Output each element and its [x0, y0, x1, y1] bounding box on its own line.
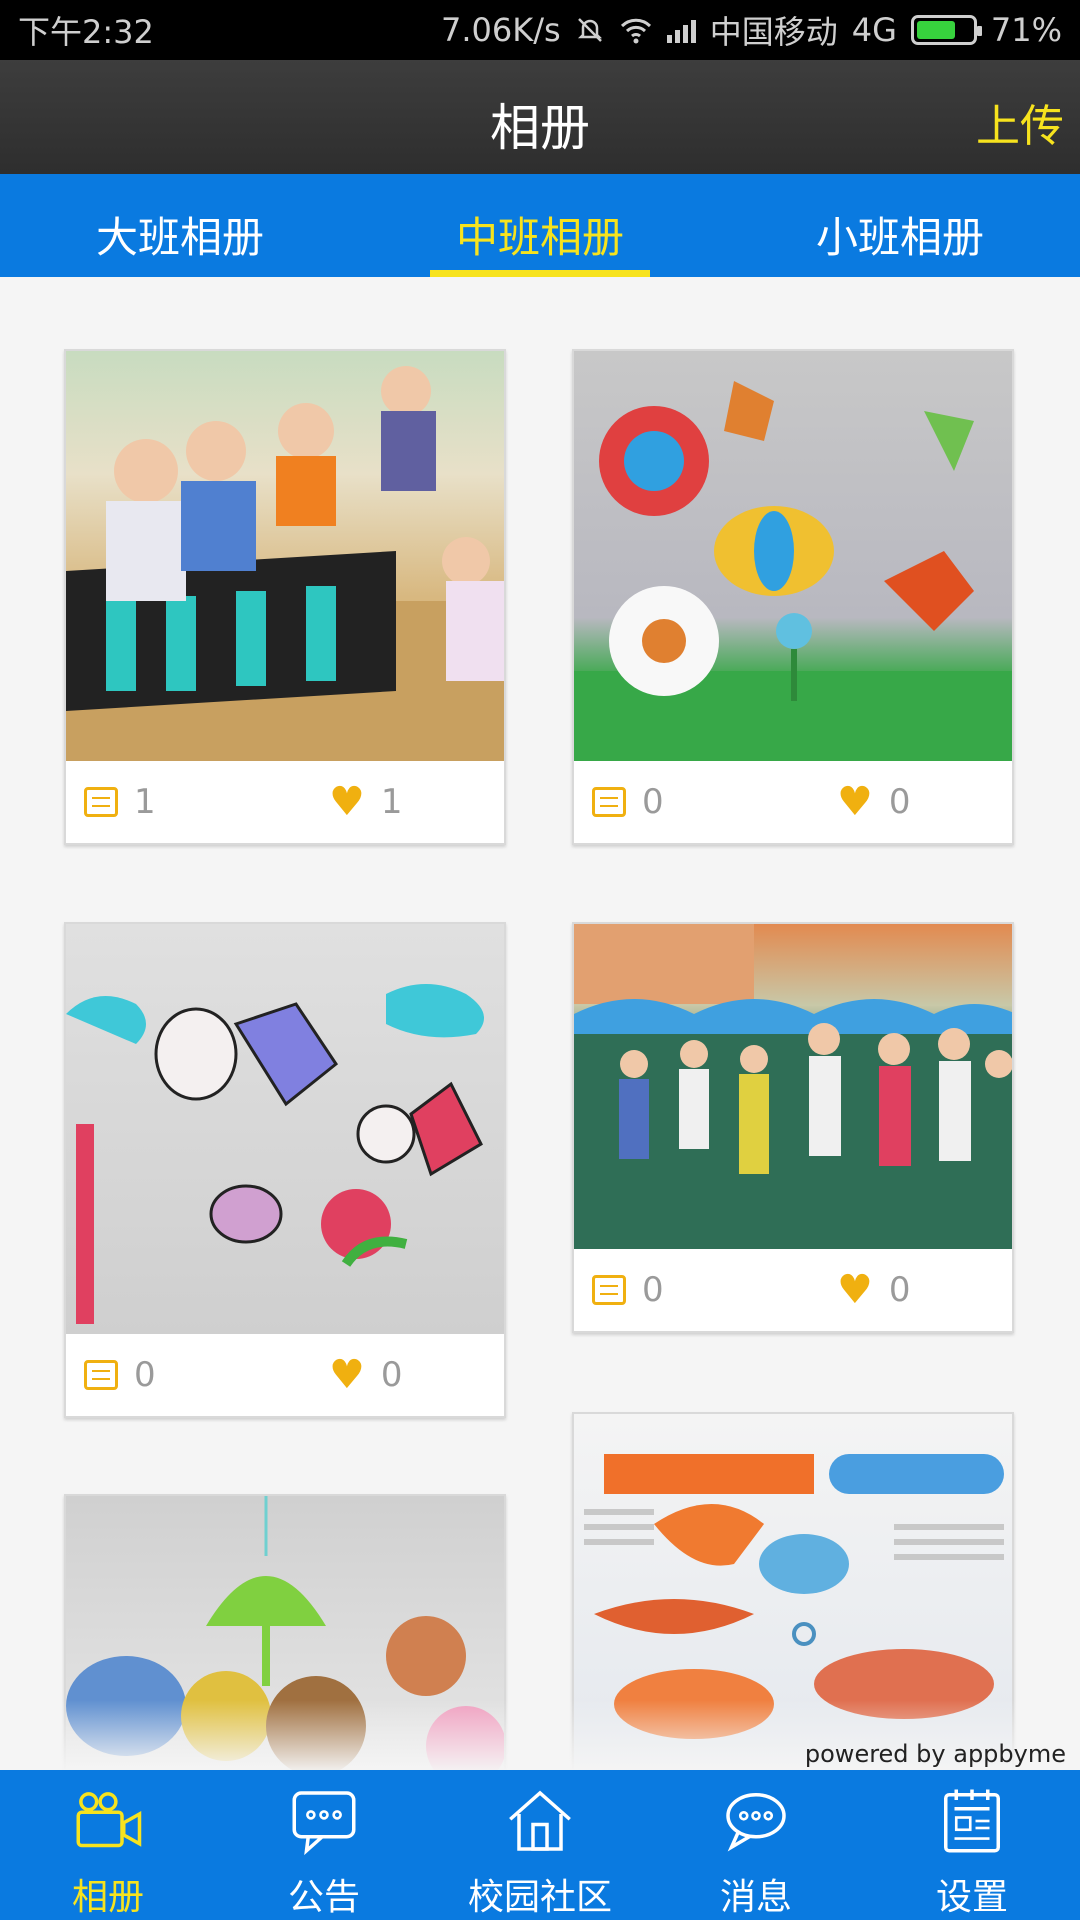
- nav-announcement-label: 公告: [287, 1877, 360, 1918]
- album-card[interactable]: 0 ♥ 0: [64, 922, 506, 1418]
- comment-icon: [592, 1275, 626, 1305]
- album-photo[interactable]: [66, 351, 504, 761]
- comment-count: 0: [642, 1270, 664, 1310]
- like-count: 0: [888, 1270, 911, 1310]
- carrier-name: 中国移动: [709, 13, 838, 51]
- tab-senior-class[interactable]: 大班相册: [0, 174, 360, 277]
- comment-count: 1: [134, 782, 156, 822]
- app-screen: 下午2:32 7.06K/s 中国移动 4G 71% 相册 上传 大班相册 中班…: [0, 0, 1080, 1920]
- chat-bubble-icon: [292, 1791, 356, 1856]
- album-meta: 1 ♥ 1: [66, 761, 504, 843]
- heart-icon: ♥: [329, 779, 365, 825]
- bottom-navigation: 相册 公告 校园社区 消息 设置: [0, 1770, 1080, 1920]
- album-meta: 0 ♥ 0: [574, 1249, 1012, 1331]
- message-icon: [726, 1793, 786, 1852]
- comment-count-group[interactable]: 0: [592, 1270, 837, 1310]
- like-count: 0: [380, 1355, 403, 1395]
- upload-button[interactable]: 上传: [976, 90, 1064, 154]
- comment-icon: [84, 787, 118, 817]
- comment-count-group[interactable]: 1: [84, 782, 329, 822]
- status-bar: 下午2:32 7.06K/s 中国移动 4G 71%: [0, 0, 1080, 60]
- like-count-group[interactable]: ♥ 1: [329, 782, 403, 822]
- home-icon: [509, 1790, 571, 1851]
- nav-messages[interactable]: 消息: [648, 1770, 864, 1920]
- heart-icon: ♥: [837, 1267, 873, 1313]
- status-time: 下午2:32: [18, 13, 154, 51]
- album-photo[interactable]: [574, 924, 1012, 1249]
- like-count: 0: [888, 782, 911, 822]
- wifi-icon: [620, 18, 651, 44]
- mute-icon: [577, 18, 602, 42]
- nav-community[interactable]: 校园社区: [432, 1770, 648, 1920]
- signal-icon: [666, 17, 696, 43]
- like-count-group[interactable]: ♥ 0: [329, 1355, 403, 1395]
- nav-settings-label: 设置: [935, 1877, 1008, 1918]
- album-card[interactable]: 0 ♥ 0: [572, 922, 1014, 1333]
- album-card[interactable]: 1 ♥ 1: [64, 349, 506, 845]
- comment-icon: [84, 1360, 118, 1390]
- heart-icon: ♥: [837, 779, 873, 825]
- album-card[interactable]: 0 ♥ 0: [572, 349, 1014, 845]
- album-meta: 0 ♥ 0: [66, 1334, 504, 1416]
- battery-percent: 71%: [990, 11, 1062, 49]
- nav-messages-label: 消息: [719, 1877, 792, 1918]
- comment-icon: [592, 787, 626, 817]
- battery-icon: [910, 15, 982, 45]
- nav-announcement[interactable]: 公告: [216, 1770, 432, 1920]
- album-grid: 1 ♥ 1 0 ♥ 0 0 ♥ 0 0 ♥ 0: [0, 277, 1080, 1770]
- nav-album[interactable]: 相册: [0, 1770, 216, 1920]
- status-right: 7.06K/s 中国移动 4G 71%: [441, 7, 1062, 53]
- like-count-group[interactable]: ♥ 0: [837, 1270, 911, 1310]
- nav-community-label: 校园社区: [467, 1877, 612, 1918]
- tab-middle-class[interactable]: 中班相册: [360, 174, 720, 277]
- tab-junior-class[interactable]: 小班相册: [720, 174, 1080, 277]
- heart-icon: ♥: [329, 1352, 365, 1398]
- powered-by-credit: powered by appbyme: [804, 1740, 1066, 1768]
- like-count-group[interactable]: ♥ 0: [837, 782, 911, 822]
- comment-count: 0: [134, 1355, 156, 1395]
- page-title: 相册: [490, 99, 590, 157]
- album-photo[interactable]: [66, 924, 504, 1334]
- network-type: 4G: [851, 11, 897, 49]
- album-tabs: 大班相册 中班相册 小班相册: [0, 174, 1080, 277]
- comment-count-group[interactable]: 0: [592, 782, 837, 822]
- comment-count: 0: [642, 782, 664, 822]
- nav-album-label: 相册: [71, 1877, 144, 1918]
- album-meta: 0 ♥ 0: [574, 761, 1012, 843]
- settings-clipboard-icon: [944, 1789, 1000, 1853]
- network-speed: 7.06K/s: [441, 11, 561, 49]
- nav-settings[interactable]: 设置: [864, 1770, 1080, 1920]
- camera-icon: [76, 1792, 142, 1848]
- comment-count-group[interactable]: 0: [84, 1355, 329, 1395]
- like-count: 1: [380, 782, 403, 822]
- title-bar: 相册 上传: [0, 60, 1080, 174]
- album-photo[interactable]: [574, 351, 1012, 761]
